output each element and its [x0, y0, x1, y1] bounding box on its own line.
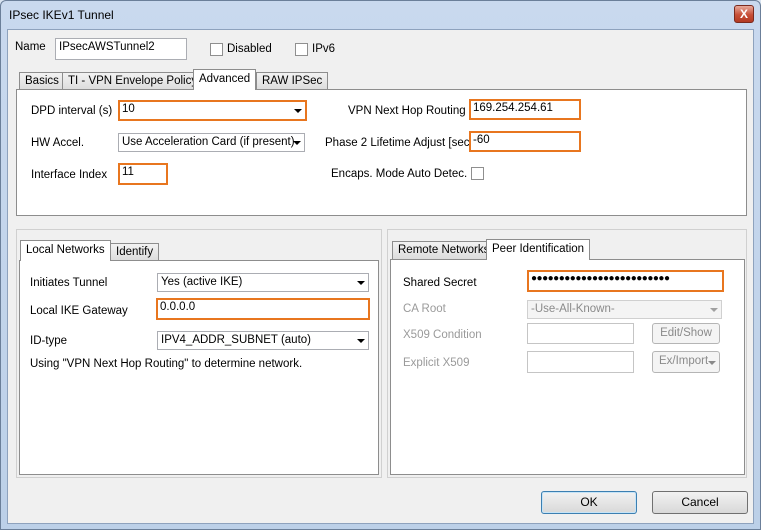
x509-condition-label: X509 Condition: [403, 329, 482, 341]
routing-note: Using "VPN Next Hop Routing" to determin…: [30, 358, 303, 370]
phase2-lifetime-input[interactable]: -60: [469, 131, 581, 152]
interface-index-label: Interface Index: [31, 169, 108, 181]
window-title: IPsec IKEv1 Tunnel: [9, 8, 114, 22]
local-ike-gateway-label: Local IKE Gateway: [30, 305, 128, 317]
encaps-mode-checkbox[interactable]: [471, 167, 484, 180]
ipv6-label: IPv6: [312, 43, 336, 55]
hw-accel-select[interactable]: Use Acceleration Card (if present): [118, 133, 305, 152]
dpd-interval-select[interactable]: 10: [118, 100, 307, 121]
shared-secret-label: Shared Secret: [403, 277, 477, 289]
id-type-label: ID-type: [30, 335, 68, 347]
tab-vpn-envelope-policy[interactable]: TI - VPN Envelope Policy: [62, 72, 204, 90]
tab-local-networks[interactable]: Local Networks: [20, 240, 111, 261]
close-icon[interactable]: X: [734, 5, 754, 23]
name-input[interactable]: IPsecAWSTunnel2: [55, 38, 187, 60]
explicit-x509-label: Explicit X509: [403, 357, 470, 369]
advanced-panel: DPD interval (s) 10 HW Accel. Use Accele…: [16, 89, 747, 216]
chevron-down-icon: [357, 338, 365, 343]
disabled-checkbox[interactable]: [210, 43, 223, 56]
chevron-down-icon: [710, 307, 718, 312]
dpd-interval-value: 10: [122, 103, 135, 115]
initiates-tunnel-label: Initiates Tunnel: [30, 277, 108, 289]
shared-secret-input[interactable]: ●●●●●●●●●●●●●●●●●●●●●●●●●: [527, 270, 724, 292]
initiates-tunnel-select[interactable]: Yes (active IKE): [157, 273, 369, 292]
peer-identification-panel: Shared Secret ●●●●●●●●●●●●●●●●●●●●●●●●● …: [390, 259, 745, 475]
hw-accel-value: Use Acceleration Card (if present): [122, 136, 295, 148]
ok-button[interactable]: OK: [541, 491, 637, 514]
phase2-lifetime-label: Phase 2 Lifetime Adjust [sec]: [325, 137, 473, 149]
title-bar[interactable]: IPsec IKEv1 Tunnel X: [1, 1, 760, 29]
chevron-down-icon: [357, 280, 365, 285]
tab-advanced[interactable]: Advanced: [193, 69, 257, 90]
initiates-tunnel-value: Yes (active IKE): [161, 276, 243, 288]
vpn-next-hop-label: VPN Next Hop Routing: [348, 105, 466, 117]
tab-identify[interactable]: Identify: [110, 243, 160, 261]
name-label: Name: [15, 41, 46, 53]
ca-root-select[interactable]: -Use-All-Known-: [527, 300, 722, 319]
edit-show-button[interactable]: Edit/Show: [652, 323, 720, 344]
dialog-client: Name IPsecAWSTunnel2 Disabled IPv6 Basic…: [7, 29, 754, 524]
local-networks-panel: Initiates Tunnel Yes (active IKE) Local …: [19, 260, 379, 475]
tab-peer-identification[interactable]: Peer Identification: [486, 239, 591, 260]
tab-raw-ipsec[interactable]: RAW IPSec: [256, 72, 329, 90]
dialog-window: IPsec IKEv1 Tunnel X Name IPsecAWSTunnel…: [0, 0, 761, 530]
ex-import-button[interactable]: Ex/Import: [652, 351, 720, 373]
x509-condition-input[interactable]: [527, 323, 634, 344]
encaps-mode-label: Encaps. Mode Auto Detec.: [331, 168, 468, 180]
chevron-down-icon: [293, 140, 301, 145]
cancel-button[interactable]: Cancel: [652, 491, 748, 514]
interface-index-input[interactable]: 11: [118, 163, 168, 185]
ca-root-label: CA Root: [403, 303, 446, 315]
ca-root-value: -Use-All-Known-: [531, 303, 615, 315]
tab-basics[interactable]: Basics: [19, 72, 65, 90]
local-ike-gateway-input[interactable]: 0.0.0.0: [156, 298, 370, 320]
chevron-down-icon: [708, 361, 716, 365]
id-type-value: IPV4_ADDR_SUBNET (auto): [161, 334, 311, 346]
ex-import-label: Ex/Import: [659, 355, 709, 367]
local-group: Local Networks Identify Initiates Tunnel…: [16, 229, 382, 478]
explicit-x509-input[interactable]: [527, 351, 634, 373]
hw-accel-label: HW Accel.: [31, 137, 85, 149]
disabled-label: Disabled: [227, 43, 272, 55]
ipv6-checkbox[interactable]: [295, 43, 308, 56]
id-type-select[interactable]: IPV4_ADDR_SUBNET (auto): [157, 331, 369, 350]
tab-remote-networks[interactable]: Remote Networks: [392, 241, 496, 259]
chevron-down-icon: [294, 108, 302, 113]
dpd-interval-label: DPD interval (s): [31, 105, 113, 117]
remote-group: Remote Networks Peer Identification Shar…: [387, 229, 747, 478]
vpn-next-hop-input[interactable]: 169.254.254.61: [469, 99, 581, 120]
